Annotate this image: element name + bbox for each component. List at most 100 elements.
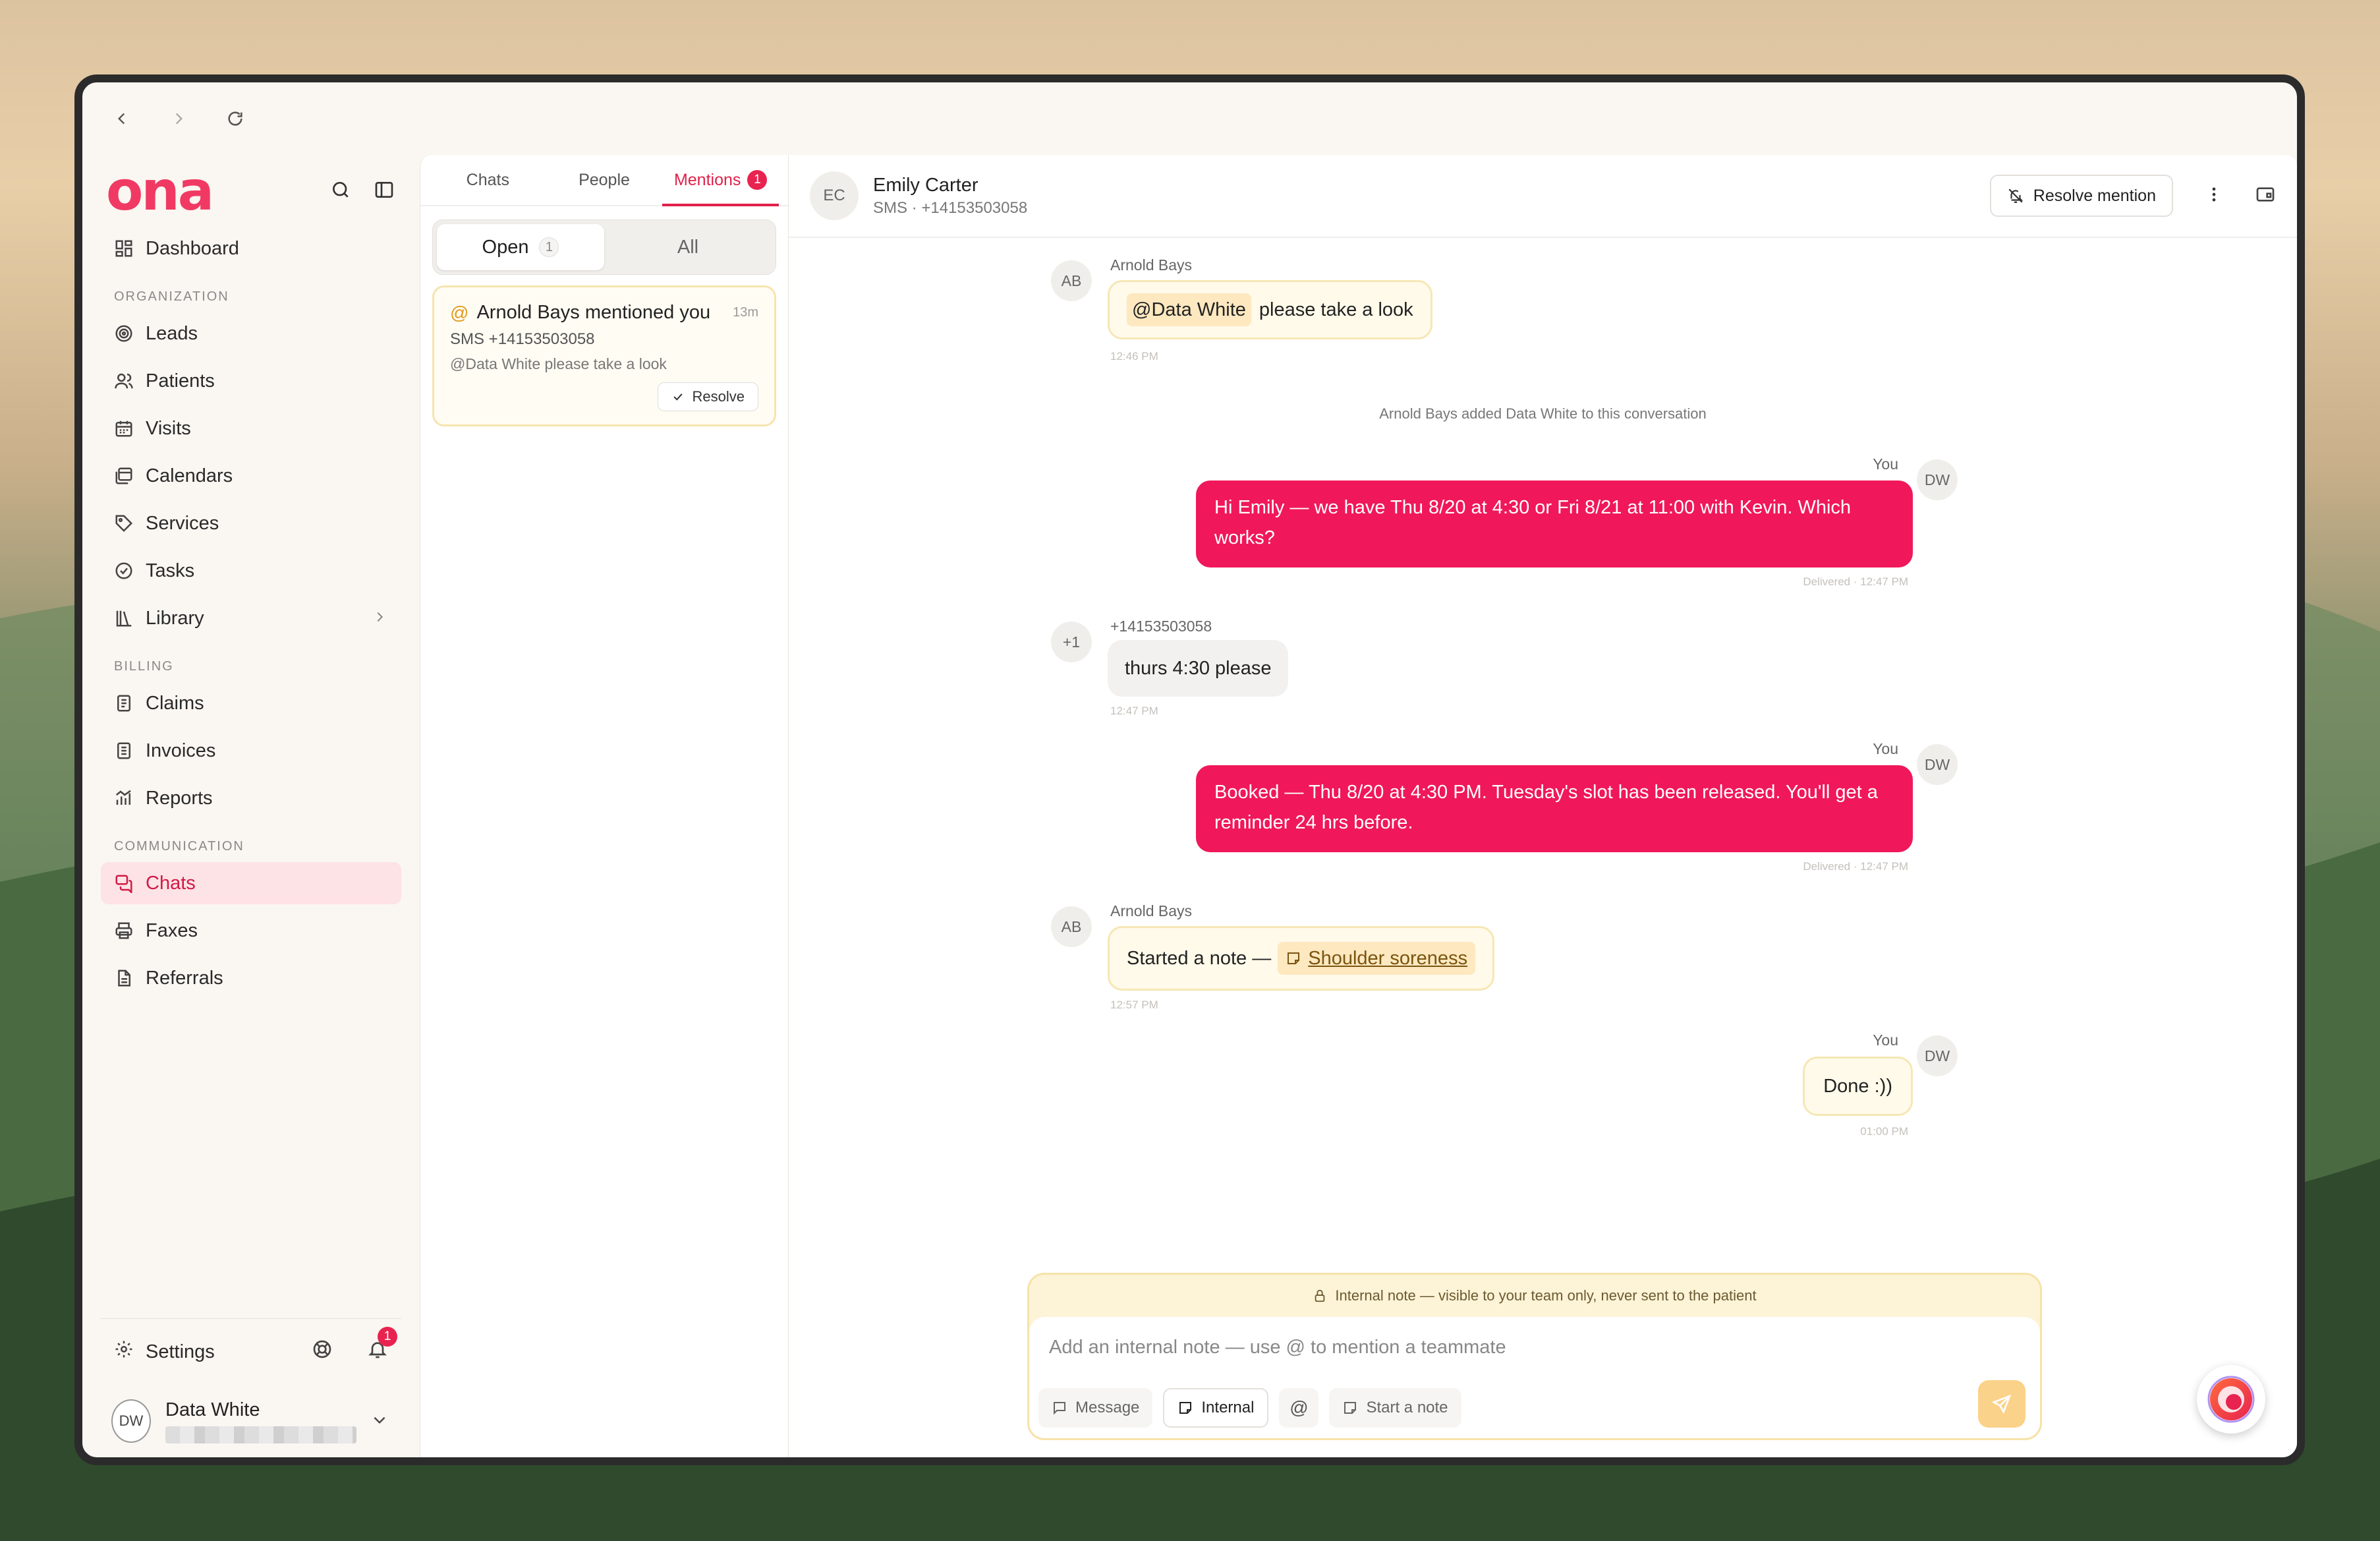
note-icon	[1288, 952, 1300, 964]
lock-icon	[1315, 1289, 1325, 1302]
sidebar-item-calendars[interactable]: Calendars	[101, 455, 401, 497]
sidebar-item-label: Visits	[146, 417, 191, 439]
message-time: Delivered · 12:47 PM	[1803, 575, 1908, 588]
reload-icon[interactable]	[222, 105, 248, 132]
notifications-button[interactable]: 1	[367, 1327, 397, 1365]
avatar: AB	[1051, 906, 1092, 947]
sidebar-item-label: Calendars	[146, 465, 233, 486]
send-icon	[1991, 1394, 2012, 1414]
tab-people[interactable]: People	[546, 155, 663, 205]
message-bubble: Done :))	[1803, 1057, 1913, 1116]
section-label-billing: BILLING	[114, 659, 174, 674]
sidebar-item-reports[interactable]: Reports	[101, 777, 401, 819]
search-icon[interactable]	[330, 179, 351, 204]
sidebar-item-visits[interactable]: Visits	[101, 407, 401, 450]
filter-label: All	[677, 236, 699, 258]
dashboard-icon	[115, 240, 132, 257]
mention-channel: SMS +14153503058	[450, 330, 595, 348]
mention-card[interactable]: @ Arnold Bays mentioned you 13m SMS +141…	[432, 285, 776, 426]
note-icon	[1344, 1402, 1357, 1414]
message-bubble: thurs 4:30 please	[1108, 640, 1289, 697]
forward-icon[interactable]	[165, 105, 192, 132]
sidebar-item-label: Leads	[146, 322, 198, 344]
back-icon[interactable]	[109, 105, 135, 132]
target-icon	[115, 325, 132, 342]
printer-icon	[115, 922, 132, 939]
sidebar-item-referrals[interactable]: Referrals	[101, 957, 401, 999]
sidebar-item-label: Claims	[146, 692, 204, 714]
chevron-right-icon	[372, 608, 387, 629]
sidebar-item-invoices[interactable]: Invoices	[101, 730, 401, 772]
assistant-button[interactable]	[2197, 1365, 2265, 1434]
message-sender: You	[1873, 1032, 1898, 1049]
conversation-list-panel: Chats People Mentions 1 Open 1 All @ Arn…	[420, 155, 789, 1457]
more-options-icon[interactable]	[2205, 185, 2223, 207]
contact-avatar: EC	[810, 171, 859, 220]
avatar: DW	[1917, 459, 1958, 500]
help-icon[interactable]	[312, 1339, 333, 1365]
sidebar-item-faxes[interactable]: Faxes	[101, 910, 401, 952]
chat-bubbles-icon	[115, 875, 132, 893]
settings-icon	[114, 1339, 134, 1364]
settings-link[interactable]: Settings	[146, 1341, 215, 1363]
section-label-organization: ORGANIZATION	[114, 289, 229, 304]
message-thread: AB Arnold Bays @Data White please take a…	[789, 238, 2297, 1457]
calendars-icon	[115, 467, 132, 484]
mention-time: 13m	[733, 305, 758, 320]
message-bubble: @Data White please take a look	[1108, 280, 1432, 339]
sidebar-item-chats[interactable]: Chats	[101, 862, 401, 904]
sidebar-item-label: Patients	[146, 370, 215, 392]
note-icon	[1179, 1402, 1192, 1414]
mention-button[interactable]: @	[1279, 1388, 1319, 1428]
message-time: 12:46 PM	[1110, 350, 1158, 363]
message-text: Started a note —	[1127, 948, 1272, 969]
sidebar-toggle-icon[interactable]	[374, 179, 395, 204]
banner-text: Internal note — visible to your team onl…	[1335, 1287, 1757, 1304]
system-message: Arnold Bays added Data White to this con…	[1379, 405, 1707, 422]
filter-all-button[interactable]: All	[604, 224, 772, 270]
note-input[interactable]: Add an internal note — use @ to mention …	[1049, 1337, 1506, 1358]
message-sender: +14153503058	[1110, 618, 1212, 635]
mention-tag[interactable]: @Data White	[1127, 293, 1251, 326]
message-time: 12:57 PM	[1110, 999, 1158, 1011]
internal-mode-button[interactable]: Internal	[1163, 1388, 1269, 1428]
sidebar-item-library[interactable]: Library	[101, 597, 401, 639]
sidebar-item-label: Services	[146, 512, 219, 534]
sidebar-item-claims[interactable]: Claims	[101, 682, 401, 724]
sidebar-item-services[interactable]: Services	[101, 502, 401, 544]
section-label-communication: COMMUNICATION	[114, 839, 244, 854]
sidebar-item-tasks[interactable]: Tasks	[101, 550, 401, 592]
start-note-button[interactable]: Start a note	[1329, 1388, 1461, 1428]
tab-label: Mentions	[673, 170, 741, 189]
library-icon	[116, 610, 132, 627]
tab-mentions[interactable]: Mentions 1	[662, 155, 779, 206]
users-icon	[115, 373, 133, 389]
brand-logo[interactable]: ona	[106, 160, 214, 223]
chevron-down-icon	[371, 1411, 388, 1432]
chat-panel: EC Emily Carter SMS · +14153503058 Resol…	[789, 155, 2297, 1457]
note-link[interactable]: Shoulder soreness	[1278, 942, 1476, 975]
resolve-mention-button[interactable]: Resolve mention	[1989, 175, 2173, 217]
at-icon: @	[450, 302, 469, 323]
assistant-icon	[2207, 1376, 2255, 1423]
message-bubble: Booked — Thu 8/20 at 4:30 PM. Tuesday's …	[1196, 765, 1913, 852]
resolve-button[interactable]: Resolve	[657, 382, 758, 411]
tab-chats[interactable]: Chats	[430, 155, 546, 205]
sidebar-item-label: Library	[146, 607, 204, 629]
send-button[interactable]	[1978, 1380, 2026, 1428]
avatar: DW	[1917, 1035, 1958, 1076]
message-icon	[1054, 1402, 1065, 1415]
sidebar-item-label: Referrals	[146, 967, 223, 989]
filter-open-button[interactable]: Open 1	[437, 224, 604, 270]
sidebar-item-patients[interactable]: Patients	[101, 360, 401, 402]
message-mode-button[interactable]: Message	[1038, 1388, 1153, 1428]
sidebar-item-label: Faxes	[146, 919, 198, 941]
browser-toolbar	[82, 82, 2297, 155]
tab-label: People	[579, 170, 630, 189]
tag-icon	[115, 515, 133, 533]
sidebar-item-dashboard[interactable]: Dashboard	[101, 227, 401, 270]
details-panel-icon[interactable]	[2255, 184, 2276, 208]
sidebar-item-leads[interactable]: Leads	[101, 312, 401, 355]
user-menu[interactable]: DW Data White	[101, 1385, 401, 1457]
message-text: please take a look	[1259, 299, 1413, 320]
